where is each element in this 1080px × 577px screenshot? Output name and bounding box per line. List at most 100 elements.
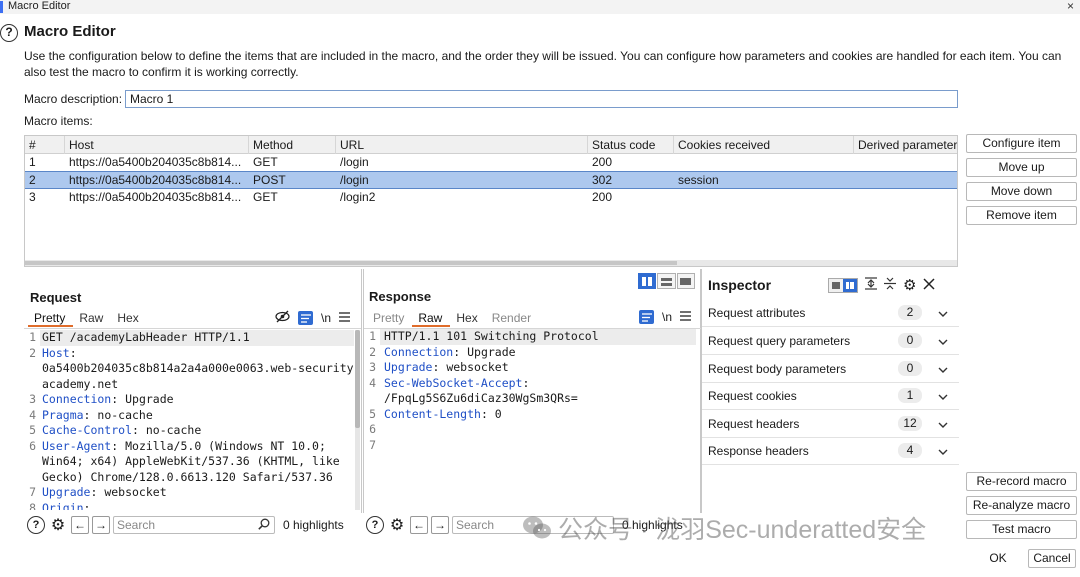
header-key: Connection	[42, 392, 112, 406]
response-title: Response	[369, 289, 432, 304]
response-editor[interactable]: 1 HTTP/1.1 101 Switching Protocol 2 Conn…	[364, 329, 697, 509]
newline-toggle-icon[interactable]: \n	[662, 310, 672, 324]
previous-arrow-icon[interactable]: ←	[71, 516, 89, 534]
header-value: : websocket	[90, 485, 167, 499]
inspector-section-request-cookies[interactable]: Request cookies 1	[702, 382, 959, 410]
header-key: Content-Length	[384, 406, 481, 421]
layout-list-icon[interactable]	[829, 278, 843, 292]
word-wrap-icon[interactable]	[639, 310, 654, 324]
highlights-count: 0 highlights	[283, 518, 344, 532]
expand-all-icon[interactable]	[865, 277, 877, 293]
request-toolbar: \n	[275, 310, 351, 326]
response-toolbar: \n	[639, 310, 692, 324]
inspector-toolbar: ⚙	[828, 277, 935, 293]
cell-cookies: session	[678, 173, 719, 187]
request-editor[interactable]: 1 GET /academyLabHeader HTTP/1.1 2 Host:…	[24, 330, 354, 510]
section-label: Request body parameters	[708, 362, 847, 376]
remove-item-button[interactable]: Remove item	[966, 206, 1077, 225]
inspector-section-response-headers[interactable]: Response headers 4	[702, 437, 959, 465]
ok-button[interactable]: OK	[973, 549, 1023, 568]
code-text: Gecko) Chrome/128.0.6613.120 Safari/537.…	[42, 469, 333, 484]
configure-item-button[interactable]: Configure item	[966, 134, 1077, 153]
cell-host: https://0a5400b204035c8b814...	[69, 173, 242, 187]
next-arrow-icon[interactable]: →	[92, 516, 110, 534]
move-down-button[interactable]: Move down	[966, 182, 1077, 201]
menu-icon[interactable]	[339, 311, 351, 325]
request-tabs: Pretty Raw Hex	[28, 311, 147, 327]
cell-method: POST	[253, 173, 286, 187]
watermark-overlay: 公众号 · 泷羽Sec-underatted安全	[522, 510, 926, 546]
header-value: : Upgrade	[111, 392, 174, 406]
chevron-down-icon	[938, 363, 948, 377]
request-vertical-scrollbar[interactable]	[355, 330, 360, 510]
word-wrap-icon[interactable]	[298, 311, 313, 325]
hide-eye-icon[interactable]	[275, 310, 290, 326]
close-icon[interactable]	[923, 277, 935, 293]
header-value: : 0	[480, 406, 502, 421]
response-tab-render[interactable]: Render	[486, 311, 539, 327]
request-tab-pretty[interactable]: Pretty	[28, 311, 74, 327]
window-close-icon[interactable]: ×	[1067, 0, 1074, 13]
request-search-bar: ? ⚙ ← → Search 0 highlights	[27, 513, 344, 537]
macro-description-input[interactable]: Macro 1	[125, 90, 958, 108]
line-number: 3	[369, 360, 376, 374]
rerecord-macro-button[interactable]: Re-record macro	[966, 472, 1077, 491]
move-up-button[interactable]: Move up	[966, 158, 1077, 177]
newline-toggle-icon[interactable]: \n	[321, 311, 331, 325]
cell-url: /login2	[340, 190, 376, 204]
settings-gear-icon[interactable]: ⚙	[388, 516, 406, 534]
layout-sidebar-icon[interactable]	[843, 278, 857, 292]
help-icon[interactable]: ?	[27, 516, 45, 534]
code-line: Connection: Upgrade	[384, 345, 516, 361]
help-icon[interactable]: ?	[366, 516, 384, 534]
column-header-derived-parameters[interactable]: Derived parameters	[854, 136, 957, 154]
response-tab-pretty[interactable]: Pretty	[367, 311, 412, 327]
code-line: Content-Length: 0	[384, 407, 502, 423]
settings-gear-icon[interactable]: ⚙	[49, 516, 67, 534]
scrollbar-thumb[interactable]	[355, 330, 360, 428]
column-header-cookies-received[interactable]: Cookies received	[674, 136, 854, 154]
line-number: 4	[369, 375, 376, 390]
help-icon[interactable]: ?	[0, 24, 18, 42]
section-label: Request cookies	[708, 389, 797, 403]
section-count-badge: 0	[898, 361, 922, 376]
test-macro-button[interactable]: Test macro	[966, 520, 1077, 539]
cell-method: GET	[253, 190, 278, 204]
column-header-host[interactable]: Host	[65, 136, 249, 154]
section-label: Request attributes	[708, 306, 806, 320]
cell-cookies	[674, 189, 854, 207]
column-header-method[interactable]: Method	[249, 136, 336, 154]
settings-gear-icon[interactable]: ⚙	[903, 278, 916, 293]
menu-icon[interactable]	[680, 310, 692, 324]
scrollbar-thumb[interactable]	[25, 261, 677, 265]
request-title: Request	[30, 290, 82, 305]
line-number: 6	[29, 438, 36, 453]
header-value: : no-cache	[132, 423, 202, 437]
table-row-selected[interactable]: 2 https://0a5400b204035c8b814... POST /l…	[25, 171, 957, 189]
reanalyze-macro-button[interactable]: Re-analyze macro	[966, 496, 1077, 515]
table-row[interactable]: 1 https://0a5400b204035c8b814... GET /lo…	[25, 154, 957, 172]
dialog-description: Use the configuration below to define th…	[24, 49, 1062, 79]
previous-arrow-icon[interactable]: ←	[410, 516, 428, 534]
inspector-section-query-parameters[interactable]: Request query parameters 0	[702, 327, 959, 355]
cell-url: /login	[340, 173, 369, 187]
inspector-section-body-parameters[interactable]: Request body parameters 0	[702, 355, 959, 383]
request-tab-hex[interactable]: Hex	[111, 311, 146, 327]
next-arrow-icon[interactable]: →	[431, 516, 449, 534]
inspector-section-request-headers[interactable]: Request headers 12	[702, 410, 959, 438]
response-tab-raw[interactable]: Raw	[412, 311, 451, 327]
watermark-text: 公众号 · 泷羽Sec-underatted安全	[558, 516, 927, 544]
column-header-url[interactable]: URL	[336, 136, 588, 154]
code-text: HTTP/1.1 101 Switching Protocol	[384, 329, 599, 343]
response-tab-hex[interactable]: Hex	[450, 311, 485, 327]
table-row[interactable]: 3 https://0a5400b204035c8b814... GET /lo…	[25, 189, 957, 207]
cancel-button[interactable]: Cancel	[1028, 549, 1076, 568]
collapse-all-icon[interactable]	[884, 277, 896, 293]
inspector-section-request-attributes[interactable]: Request attributes 2	[702, 299, 959, 327]
request-search-input[interactable]: Search	[113, 516, 275, 534]
column-header-status-code[interactable]: Status code	[588, 136, 674, 154]
cell-url: /login	[340, 155, 369, 169]
table-horizontal-scrollbar[interactable]	[25, 260, 957, 266]
request-tab-raw[interactable]: Raw	[73, 311, 111, 327]
column-header-number[interactable]: #	[25, 136, 65, 154]
